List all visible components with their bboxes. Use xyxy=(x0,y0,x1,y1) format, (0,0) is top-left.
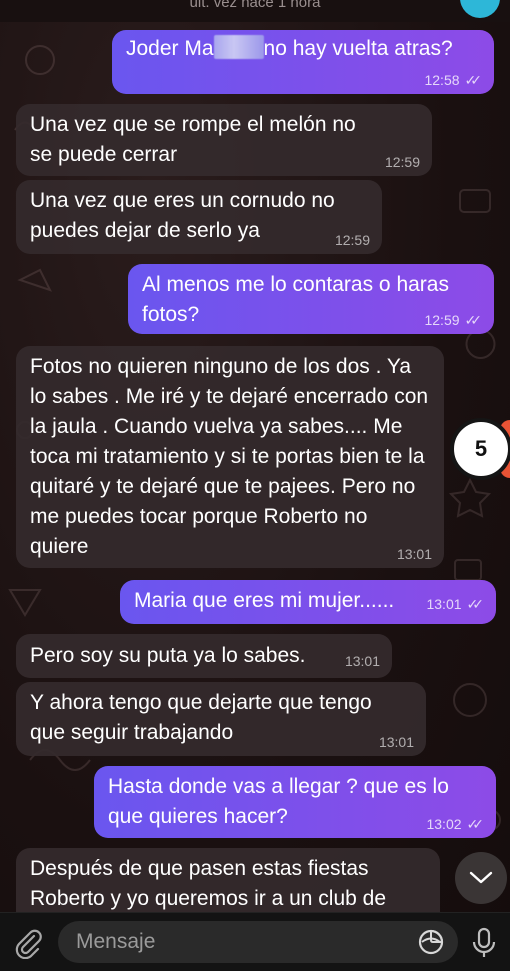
message-text: Hasta donde vas a llegar ? que es lo que… xyxy=(108,775,449,828)
message-bubble-outgoing[interactable]: Maria que eres mi mujer...... 13:01 ✓✓ xyxy=(120,580,496,624)
message-text: Una vez que se rompe el melón no se pued… xyxy=(30,113,356,166)
message-text: Y ahora tengo que dejarte que tengo que … xyxy=(30,691,372,744)
message-input[interactable]: Mensaje xyxy=(58,921,458,963)
message-time: 12:59 xyxy=(334,232,370,248)
message-meta: 12:59 ✓✓ xyxy=(424,312,482,328)
chevron-down-icon xyxy=(469,871,493,884)
read-receipt-icon: ✓✓ xyxy=(466,596,485,612)
message-bubble-outgoing[interactable]: Hasta donde vas a llegar ? que es lo que… xyxy=(94,766,496,838)
message-meta: 13:01 xyxy=(379,734,414,750)
message-meta: 13:02 ✓✓ xyxy=(426,816,484,832)
message-meta: 13:01 xyxy=(345,653,380,669)
message-bubble-outgoing[interactable]: Joder Ma no hay vuelta atras? 12:58 ✓✓ xyxy=(112,30,494,94)
message-text: Fotos no quieren ninguno de los dos . Ya… xyxy=(30,355,429,558)
contact-avatar[interactable] xyxy=(460,0,500,18)
message-bubble-incoming[interactable]: Pero soy su puta ya lo sabes. 13:01 xyxy=(16,634,392,678)
message-time: 12:59 xyxy=(424,312,460,328)
unread-count-badge[interactable]: 5 xyxy=(450,418,510,480)
chat-header: últ. vez hace 1 hora xyxy=(0,0,510,22)
message-time: 12:58 xyxy=(424,72,460,88)
message-text: Maria que eres mi mujer...... xyxy=(134,589,395,612)
message-text: Pero soy su puta ya lo sabes. xyxy=(30,644,306,667)
read-receipt-icon: ✓✓ xyxy=(466,816,485,832)
paperclip-icon[interactable] xyxy=(12,927,44,959)
message-text: Después de que pasen estas fiestas Rober… xyxy=(30,857,387,910)
message-meta: 13:01 xyxy=(397,546,432,562)
redacted-name xyxy=(213,35,264,59)
last-seen-status: últ. vez hace 1 hora xyxy=(189,0,321,11)
message-input-placeholder: Mensaje xyxy=(76,930,156,953)
message-bubble-incoming[interactable]: Y ahora tengo que dejarte que tengo que … xyxy=(16,682,426,756)
message-bubble-outgoing[interactable]: Al menos me lo contaras o haras fotos? 1… xyxy=(128,264,494,334)
message-text: Al menos me lo contaras o haras fotos? xyxy=(142,273,449,326)
scroll-to-bottom-button[interactable] xyxy=(455,852,507,904)
message-meta: 12:58 ✓✓ xyxy=(424,72,482,88)
message-time: 13:01 xyxy=(378,734,414,750)
unread-count: 5 xyxy=(474,436,488,461)
message-time: 13:02 xyxy=(426,816,462,832)
message-bubble-incoming[interactable]: Una vez que eres un cornudo no puedes de… xyxy=(16,180,382,254)
message-bubble-incoming[interactable]: Una vez que se rompe el melón no se pued… xyxy=(16,104,432,176)
message-meta: 13:01 ✓✓ xyxy=(426,596,484,612)
message-time: 12:59 xyxy=(384,154,420,170)
message-text-start: Joder Ma xyxy=(126,37,214,60)
message-time: 13:01 xyxy=(396,546,432,562)
message-text-end: no hay vuelta atras? xyxy=(263,37,453,60)
message-meta: 12:59 xyxy=(335,232,370,248)
read-receipt-icon: ✓✓ xyxy=(464,72,483,88)
microphone-icon[interactable] xyxy=(470,927,498,959)
message-time: 13:01 xyxy=(426,596,462,612)
read-receipt-icon: ✓✓ xyxy=(464,312,483,328)
message-meta: 12:59 xyxy=(385,154,420,170)
message-text: Una vez que eres un cornudo no puedes de… xyxy=(30,189,335,242)
message-composer: Mensaje xyxy=(0,912,510,971)
message-time: 13:01 xyxy=(344,653,380,669)
message-bubble-incoming[interactable]: Fotos no quieren ninguno de los dos . Ya… xyxy=(16,346,444,568)
sticker-icon[interactable] xyxy=(418,929,444,955)
